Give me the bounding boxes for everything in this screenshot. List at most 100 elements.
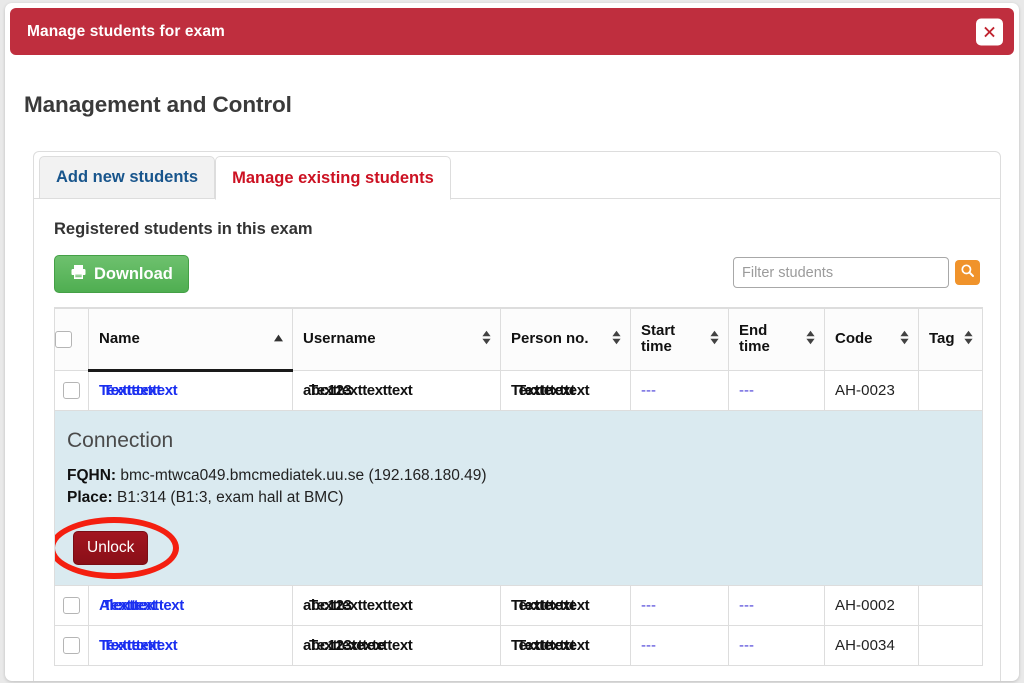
name-text-overlay: Textttext [103,636,161,654]
sort-both-icon [899,330,910,349]
name-text-overlay: Texttext [103,596,157,614]
close-icon [982,24,997,39]
connection-detail-cell: Connection FQHN: bmc-mtwca049.bmcmediate… [54,410,983,586]
cell-person-no: Texttexttext Textttext [500,370,631,411]
cell-code: AH-0034 [824,625,919,666]
student-name-link[interactable]: Texttexttext Textttext [99,636,178,654]
table-toolbar: Download [54,255,980,301]
printer-icon [70,264,87,285]
cell-code: AH-0002 [824,585,919,626]
table-body: Texttexttext Textttext abc123 Texttextte… [54,370,983,666]
connection-detail: Connection FQHN: bmc-mtwca049.bmcmediate… [55,411,982,585]
cell-tag [918,585,983,626]
download-button[interactable]: Download [54,255,189,293]
column-label: End time [739,322,770,356]
select-all-checkbox[interactable] [55,331,72,349]
cell-username: abc123 Texttexttexttext [292,370,501,411]
cell-username: abc123 Texttexttexttext [292,585,501,626]
table-header-row: Name Username Person no. Start time End … [54,307,983,372]
page-title: Management and Control [24,92,292,117]
student-name-link[interactable]: Alexttexttext Texttext [99,597,184,614]
sort-both-icon [709,330,720,349]
student-name-link[interactable]: Texttexttext Textttext [99,382,178,399]
sort-ascending-icon [273,330,284,347]
name-text-overlay: Textttext [103,382,161,399]
tab-strip: Add new students Manage existing student… [34,152,1000,200]
column-header-end-time[interactable]: End time [728,307,825,371]
table-row[interactable]: Texttexttext Textttext abc123 Texttextte… [54,370,983,411]
dialog-window: Manage students for exam Management and … [5,3,1019,681]
tab-add-new-students[interactable]: Add new students [39,156,216,199]
column-label: Person no. [511,330,589,348]
fqhn-label: FQHN: [67,466,117,484]
tab-manage-existing-students[interactable]: Manage existing students [215,156,451,200]
search-icon [960,263,975,283]
column-header-start-time[interactable]: Start time [630,307,729,371]
place-line: Place: B1:314 (B1:3, exam hall at BMC) [67,487,982,509]
username-text-overlay: Texttexttexttext [309,596,413,614]
unlock-button[interactable]: Unlock [73,530,149,565]
cell-person-no: Texttexttext Textttext [500,585,631,626]
row-select-cell[interactable] [54,370,89,411]
search-button[interactable] [955,260,980,285]
filter-group [733,257,980,288]
cell-start-time: --- [630,585,729,626]
cell-start-time: --- [630,625,729,666]
connection-heading: Connection [67,428,174,452]
row-checkbox[interactable] [63,596,80,614]
sort-both-icon [481,330,492,349]
cell-code: AH-0023 [824,370,919,411]
tab-body: Registered students in this exam Downloa… [34,199,1000,666]
place-label: Place: [67,488,113,506]
students-table: Name Username Person no. Start time End … [54,307,983,666]
sort-both-icon [805,330,816,349]
table-head: Name Username Person no. Start time End … [54,307,983,372]
fqhn-line: FQHN: bmc-mtwca049.bmcmediatek.uu.se (19… [67,465,982,487]
unlock-group: Unlock [55,516,982,579]
column-label: Name [99,329,140,347]
cell-end-time: --- [728,585,825,626]
username-value: abc123 Texttexttexttext [303,597,413,614]
section-title: Registered students in this exam [54,220,313,238]
sort-both-icon [963,330,974,349]
column-header-tag[interactable]: Tag [918,307,983,371]
username-text-overlay: Texttexttexttext [309,381,413,399]
row-select-cell[interactable] [54,585,89,626]
tab-label: Manage existing students [232,168,434,187]
cell-end-time: --- [728,625,825,666]
column-label: Username [303,330,376,348]
username-value: abc123texte Texttexttexttext [303,637,413,654]
person-no-text-overlay: Textttext [517,636,575,654]
fqhn-value: bmc-mtwca049.bmcmediatek.uu.se (192.168.… [120,466,487,484]
cell-start-time: --- [630,370,729,411]
column-select-all[interactable] [54,307,89,371]
column-label: Tag [929,330,955,348]
row-checkbox[interactable] [63,636,80,654]
column-header-code[interactable]: Code [824,307,919,371]
close-button[interactable] [976,18,1003,45]
username-value: abc123 Texttexttexttext [303,382,413,399]
cell-tag [918,370,983,411]
column-header-person-no[interactable]: Person no. [500,307,631,371]
person-no-value: Texttexttext Textttext [511,636,590,654]
username-text-overlay: Texttexttexttext [309,636,413,654]
cell-tag [918,625,983,666]
table-row[interactable]: Texttexttext Textttext abc123texte Textt… [54,625,983,666]
place-value: B1:314 (B1:3, exam hall at BMC) [116,488,344,506]
column-label: Code [835,330,873,348]
row-select-cell[interactable] [54,625,89,666]
row-checkbox[interactable] [63,381,80,399]
table-row[interactable]: Alexttexttext Texttext abc123 Texttextte… [54,585,983,626]
tab-label: Add new students [56,168,199,186]
column-header-username[interactable]: Username [292,307,501,371]
column-header-name[interactable]: Name [88,307,293,372]
cell-name[interactable]: Texttexttext Textttext [88,625,293,666]
cell-username: abc123texte Texttexttexttext [292,625,501,666]
cell-end-time: --- [728,370,825,411]
unlock-button-label: Unlock [87,538,135,556]
filter-students-input[interactable] [733,257,949,288]
sort-both-icon [611,330,622,349]
column-label: Start time [641,322,676,356]
cell-name[interactable]: Texttexttext Textttext [88,370,293,411]
cell-name[interactable]: Alexttexttext Texttext [88,585,293,626]
